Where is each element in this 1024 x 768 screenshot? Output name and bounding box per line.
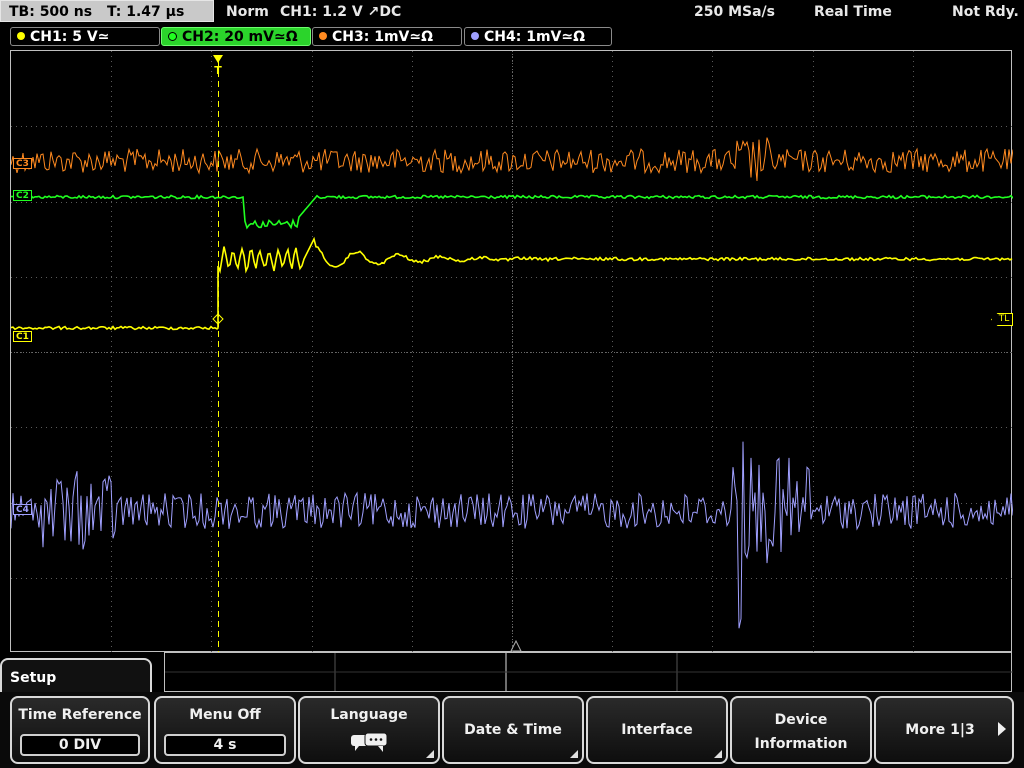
trigger-info[interactable]: CH1: 1.2 V ↗DC <box>280 0 401 24</box>
trigger-position-label: T <box>214 64 222 77</box>
status-bar: TB: 500 ns T: 1.47 µs Norm CH1: 1.2 V ↗D… <box>0 0 1024 24</box>
menu-info-area <box>164 652 1013 692</box>
ch4-label: CH4: 1mV≃Ω <box>484 29 586 45</box>
date-time-softkey[interactable]: Date & Time <box>442 696 584 764</box>
submenu-indicator-icon <box>570 750 578 758</box>
sample-rate: 250 MSa/s <box>694 4 776 20</box>
softkey-bar: Time Reference 0 DIV Menu Off 4 s Langua… <box>0 692 1024 768</box>
speech-bubbles-icon <box>351 732 388 752</box>
trigger-time-value: T: 1.47 µs <box>106 4 185 20</box>
ch4-offset-marker[interactable]: C4 <box>13 504 32 515</box>
acquisition-status: Not Rdy. <box>952 4 1019 20</box>
time-reference-label: Time Reference <box>18 707 142 723</box>
ch1-offset-marker[interactable]: C1 <box>13 331 32 342</box>
ch1-trace <box>11 236 1013 331</box>
menu-off-label: Menu Off <box>189 707 261 723</box>
submenu-indicator-icon <box>426 750 434 758</box>
ch4-color-dot <box>471 32 479 40</box>
interface-label: Interface <box>621 722 693 738</box>
trigger-mode[interactable]: Norm <box>226 0 269 24</box>
waveform-display[interactable]: T <box>10 50 1013 653</box>
time-reference-softkey[interactable]: Time Reference 0 DIV <box>10 696 150 764</box>
trigger-position-marker-icon <box>213 55 223 63</box>
device-information-label-line2: Information <box>754 736 848 752</box>
channel-tab-ch1[interactable]: CH1: 5 V≃ <box>10 27 160 46</box>
more-label: More 1|3 <box>905 722 975 738</box>
timebase-value: TB: 500 ns <box>9 4 93 20</box>
channel-tab-ch2[interactable]: CH2: 20 mV≃Ω <box>161 27 311 46</box>
info-area-dividers <box>165 653 1013 691</box>
ch3-offset-marker[interactable]: C3 <box>13 158 32 169</box>
more-softkey[interactable]: More 1|3 <box>874 696 1014 764</box>
time-reference-value: 0 DIV <box>20 734 140 756</box>
arrow-right-icon <box>998 722 1006 736</box>
ch3-color-dot <box>319 32 327 40</box>
language-label: Language <box>330 707 408 723</box>
language-softkey[interactable]: Language <box>298 696 440 764</box>
menu-off-softkey[interactable]: Menu Off 4 s <box>154 696 296 764</box>
ch3-label: CH3: 1mV≃Ω <box>332 29 434 45</box>
ch2-color-dot <box>168 31 177 41</box>
ch1-color-dot <box>17 32 25 40</box>
timebase-box[interactable]: TB: 500 ns T: 1.47 µs <box>0 0 214 22</box>
device-information-softkey[interactable]: Device Information <box>730 696 872 764</box>
ch2-offset-marker[interactable]: C2 <box>13 190 32 201</box>
waveform-canvas: T <box>11 51 1013 653</box>
menu-title-tab[interactable]: Setup <box>0 658 152 692</box>
date-time-label: Date & Time <box>464 722 562 738</box>
device-information-label-line1: Device <box>774 712 828 728</box>
interface-softkey[interactable]: Interface <box>586 696 728 764</box>
channel-tab-ch4[interactable]: CH4: 1mV≃Ω <box>464 27 612 46</box>
menu-off-value: 4 s <box>164 734 286 756</box>
submenu-indicator-icon <box>714 750 722 758</box>
channel-tab-ch3[interactable]: CH3: 1mV≃Ω <box>312 27 462 46</box>
ch1-label: CH1: 5 V≃ <box>30 29 110 45</box>
ch2-label: CH2: 20 mV≃Ω <box>182 29 298 45</box>
acquisition-mode: Real Time <box>814 4 892 20</box>
